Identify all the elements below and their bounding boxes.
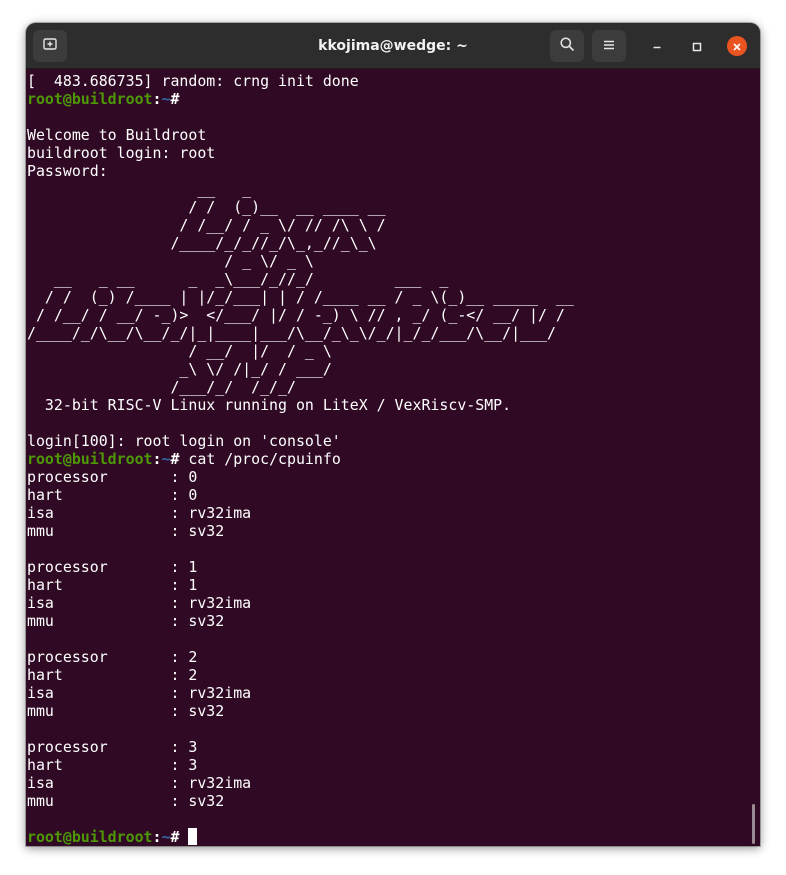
prompt-line: root@buildroot:~# [27, 828, 574, 846]
terminal-line: hart : 3 [27, 756, 198, 774]
minimize-icon [652, 37, 662, 56]
new-tab-icon [42, 36, 58, 56]
prompt-user-host: root@buildroot [27, 90, 153, 108]
hamburger-menu-icon [602, 37, 616, 56]
terminal-line: /____/_/_//_/\_,_//_\_\ [27, 234, 377, 252]
terminal-line: / / (_) /____ | |/_/___| | / /____ __ / … [27, 288, 574, 306]
terminal-area[interactable]: [ 483.686735] random: crng init done root… [26, 70, 760, 846]
terminal-line: / _ \/ _ \ [27, 252, 314, 270]
terminal-line: 32-bit RISC-V Linux running on LiteX / V… [27, 396, 512, 414]
terminal-line: mmu : sv32 [27, 792, 225, 810]
terminal-line: mmu : sv32 [27, 702, 225, 720]
terminal-line: processor : 1 [27, 558, 198, 576]
terminal-line: /____/_/\__/\__/_/|_|____|___/\__/_\_\/_… [27, 324, 556, 342]
prompt-symbol: # [170, 90, 189, 108]
terminal-line: mmu : sv32 [27, 522, 225, 540]
terminal-line: / __/ |/ / _ \ [27, 342, 332, 360]
scrollbar-thumb[interactable] [752, 804, 755, 844]
terminal-line: / / (_)__ __ ____ __ [27, 198, 386, 216]
terminal-line: __ _ [27, 180, 252, 198]
prompt-line: root@buildroot:~# cat /proc/cpuinfo [27, 450, 574, 468]
close-button[interactable] [727, 36, 747, 56]
terminal-line: isa : rv32ima [27, 594, 252, 612]
terminal-line: /___/_/ /_/_/ [27, 378, 296, 396]
terminal-line: processor : 0 [27, 468, 198, 486]
terminal-line: mmu : sv32 [27, 612, 225, 630]
terminal-line: processor : 3 [27, 738, 198, 756]
terminal-line: [ 483.686735] random: crng init done [27, 72, 359, 90]
terminal-window: kkojima@wedge: ~ [483.686735] random: c… [26, 23, 760, 846]
terminal-line: isa : rv32ima [27, 504, 252, 522]
terminal-line: / /__/ / __/ -_)> </___/ |/ / -_) \ // ,… [27, 306, 565, 324]
prompt-user-host: root@buildroot [27, 450, 153, 468]
maximize-icon [692, 37, 702, 56]
terminal-line: Welcome to Buildroot [27, 126, 207, 144]
new-tab-button[interactable] [33, 30, 67, 62]
terminal-line: buildroot login: root [27, 144, 216, 162]
terminal-line: _\ \/ /|_/ / ___/ [27, 360, 332, 378]
terminal-line: Password: [27, 162, 108, 180]
prompt-symbol: # [170, 450, 189, 468]
search-icon [559, 36, 575, 56]
terminal-line: processor : 2 [27, 648, 198, 666]
terminal-line: hart : 2 [27, 666, 198, 684]
terminal-line: / /__/ / _ \/ // /\ \ / [27, 216, 386, 234]
minimize-button[interactable] [647, 36, 667, 56]
terminal-line: login[100]: root login on 'console' [27, 432, 341, 450]
prompt-symbol: # [170, 828, 189, 846]
maximize-button[interactable] [687, 36, 707, 56]
terminal-line: hart : 1 [27, 576, 198, 594]
terminal-line: isa : rv32ima [27, 774, 252, 792]
prompt-user-host: root@buildroot [27, 828, 153, 846]
terminal-output: [ 483.686735] random: crng init done root… [27, 72, 574, 846]
text-cursor [188, 828, 198, 845]
prompt-line: root@buildroot:~# [27, 90, 574, 108]
search-button[interactable] [550, 30, 584, 62]
close-icon [732, 37, 742, 56]
menu-button[interactable] [592, 30, 626, 62]
command-text: cat /proc/cpuinfo [188, 450, 341, 468]
terminal-line: hart : 0 [27, 486, 198, 504]
terminal-line: isa : rv32ima [27, 684, 252, 702]
title-bar[interactable]: kkojima@wedge: ~ [26, 23, 760, 69]
terminal-line: __ _ __ _ _\___/_//_/ ___ _ [27, 270, 449, 288]
